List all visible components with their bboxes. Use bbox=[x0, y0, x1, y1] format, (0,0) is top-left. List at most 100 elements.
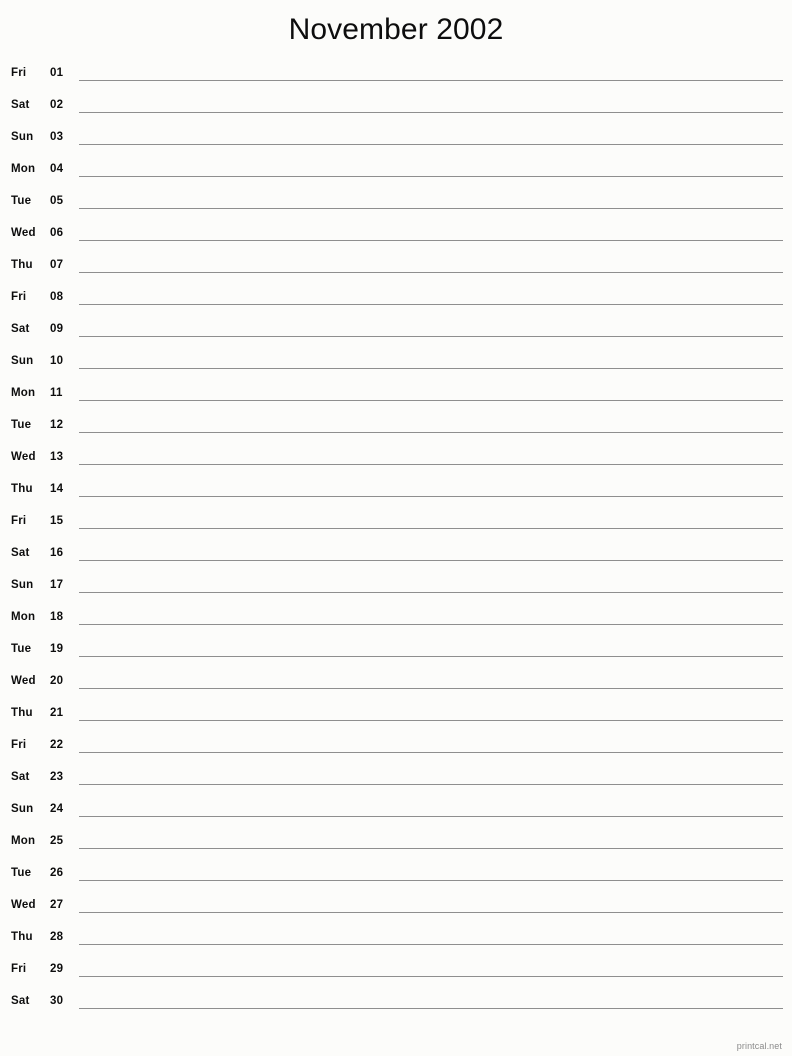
day-number-label: 22 bbox=[50, 739, 64, 751]
day-weekday-label: Wed bbox=[11, 899, 36, 911]
day-number-label: 12 bbox=[50, 419, 64, 431]
day-weekday-label: Mon bbox=[11, 163, 36, 175]
day-row: Mon 11 bbox=[0, 380, 792, 412]
day-weekday-label: Mon bbox=[11, 835, 36, 847]
day-write-in-line[interactable] bbox=[79, 816, 783, 817]
day-write-in-line[interactable] bbox=[79, 464, 783, 465]
day-weekday-label: Thu bbox=[11, 483, 33, 495]
day-number-label: 30 bbox=[50, 995, 64, 1007]
day-write-in-line[interactable] bbox=[79, 688, 783, 689]
day-row: Mon 25 bbox=[0, 828, 792, 860]
day-row: Thu 14 bbox=[0, 476, 792, 508]
day-write-in-line[interactable] bbox=[79, 784, 783, 785]
day-row: Sun 03 bbox=[0, 124, 792, 156]
day-weekday-label: Sun bbox=[11, 579, 34, 591]
day-weekday-label: Tue bbox=[11, 419, 32, 431]
day-weekday-label: Sun bbox=[11, 355, 34, 367]
day-row: Fri 15 bbox=[0, 508, 792, 540]
day-weekday-label: Fri bbox=[11, 963, 27, 975]
day-number-label: 09 bbox=[50, 323, 64, 335]
day-row: Sat 16 bbox=[0, 540, 792, 572]
day-number-label: 06 bbox=[50, 227, 64, 239]
day-row: Sun 24 bbox=[0, 796, 792, 828]
page-title: November 2002 bbox=[288, 13, 504, 46]
day-row: Sat 09 bbox=[0, 316, 792, 348]
day-number-label: 11 bbox=[50, 387, 63, 399]
day-write-in-line[interactable] bbox=[79, 496, 783, 497]
day-weekday-label: Sat bbox=[11, 323, 30, 335]
day-weekday-label: Tue bbox=[11, 643, 32, 655]
day-number-label: 29 bbox=[50, 963, 64, 975]
day-row: Fri 01 bbox=[0, 60, 792, 92]
day-row: Thu 21 bbox=[0, 700, 792, 732]
day-write-in-line[interactable] bbox=[79, 880, 783, 881]
day-write-in-line[interactable] bbox=[79, 944, 783, 945]
day-write-in-line[interactable] bbox=[79, 560, 783, 561]
day-weekday-label: Sat bbox=[11, 995, 30, 1007]
day-row: Tue 19 bbox=[0, 636, 792, 668]
day-number-label: 19 bbox=[50, 643, 64, 655]
day-row: Wed 27 bbox=[0, 892, 792, 924]
day-weekday-label: Fri bbox=[11, 291, 27, 303]
day-row: Thu 07 bbox=[0, 252, 792, 284]
day-write-in-line[interactable] bbox=[79, 720, 783, 721]
day-weekday-label: Thu bbox=[11, 931, 33, 943]
day-number-label: 26 bbox=[50, 867, 64, 879]
day-write-in-line[interactable] bbox=[79, 1008, 783, 1009]
day-row: Wed 06 bbox=[0, 220, 792, 252]
day-write-in-line[interactable] bbox=[79, 848, 783, 849]
day-number-label: 02 bbox=[50, 99, 64, 111]
day-weekday-label: Sun bbox=[11, 131, 34, 143]
day-write-in-line[interactable] bbox=[79, 208, 783, 209]
day-write-in-line[interactable] bbox=[79, 176, 783, 177]
day-write-in-line[interactable] bbox=[79, 912, 783, 913]
day-number-label: 03 bbox=[50, 131, 64, 143]
day-weekday-label: Wed bbox=[11, 675, 36, 687]
day-write-in-line[interactable] bbox=[79, 976, 783, 977]
day-number-label: 17 bbox=[50, 579, 64, 591]
day-row: Thu 28 bbox=[0, 924, 792, 956]
day-number-label: 23 bbox=[50, 771, 64, 783]
day-write-in-line[interactable] bbox=[79, 272, 783, 273]
day-write-in-line[interactable] bbox=[79, 400, 783, 401]
day-row: Sat 30 bbox=[0, 988, 792, 1020]
day-write-in-line[interactable] bbox=[79, 144, 783, 145]
day-number-label: 24 bbox=[50, 803, 64, 815]
day-number-label: 25 bbox=[50, 835, 64, 847]
day-write-in-line[interactable] bbox=[79, 336, 783, 337]
day-row: Tue 26 bbox=[0, 860, 792, 892]
day-write-in-line[interactable] bbox=[79, 752, 783, 753]
day-number-label: 04 bbox=[50, 163, 64, 175]
day-write-in-line[interactable] bbox=[79, 528, 783, 529]
day-weekday-label: Sun bbox=[11, 803, 34, 815]
day-write-in-line[interactable] bbox=[79, 656, 783, 657]
day-write-in-line[interactable] bbox=[79, 432, 783, 433]
day-write-in-line[interactable] bbox=[79, 592, 783, 593]
day-number-label: 14 bbox=[50, 483, 64, 495]
day-number-label: 07 bbox=[50, 259, 64, 271]
day-weekday-label: Sat bbox=[11, 99, 30, 111]
day-row: Wed 13 bbox=[0, 444, 792, 476]
footer-credit: printcal.net bbox=[736, 1041, 782, 1051]
day-row: Sun 17 bbox=[0, 572, 792, 604]
day-weekday-label: Tue bbox=[11, 195, 32, 207]
calendar-page: November 2002 Fri 01 Sat 02 Sun 03 Mon 04 Tue 05 W… bbox=[0, 0, 792, 1056]
day-row: Sun 10 bbox=[0, 348, 792, 380]
day-number-label: 05 bbox=[50, 195, 64, 207]
day-write-in-line[interactable] bbox=[79, 304, 783, 305]
day-weekday-label: Thu bbox=[11, 707, 33, 719]
day-weekday-label: Mon bbox=[11, 387, 36, 399]
day-row: Tue 12 bbox=[0, 412, 792, 444]
day-row: Wed 20 bbox=[0, 668, 792, 700]
day-write-in-line[interactable] bbox=[79, 240, 783, 241]
day-row: Fri 22 bbox=[0, 732, 792, 764]
day-write-in-line[interactable] bbox=[79, 624, 783, 625]
day-weekday-label: Tue bbox=[11, 867, 32, 879]
day-weekday-label: Wed bbox=[11, 227, 36, 239]
day-write-in-line[interactable] bbox=[79, 112, 783, 113]
day-write-in-line[interactable] bbox=[79, 368, 783, 369]
day-weekday-label: Thu bbox=[11, 259, 33, 271]
day-weekday-label: Sat bbox=[11, 547, 30, 559]
day-number-label: 27 bbox=[50, 899, 64, 911]
day-write-in-line[interactable] bbox=[79, 80, 783, 81]
